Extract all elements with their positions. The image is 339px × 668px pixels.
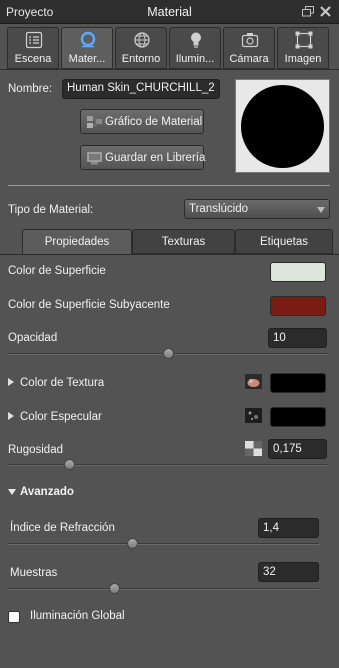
surface-color-swatch[interactable]	[270, 262, 326, 282]
samples-slider-handle[interactable]	[108, 583, 120, 594]
specular-color-swatch[interactable]	[270, 407, 326, 427]
tab-propiedades[interactable]: Propiedades	[22, 229, 132, 254]
texture-map-icon[interactable]	[245, 374, 262, 389]
save-to-library-button[interactable]: Guardar en Librería	[80, 145, 206, 170]
tab-entorno-label: Entorno	[121, 53, 161, 65]
name-label: Nombre:	[8, 83, 53, 95]
close-icon[interactable]	[319, 5, 332, 18]
material-graph-label: Gráfico de Material	[105, 116, 203, 128]
tab-escena[interactable]: Escena	[7, 27, 59, 69]
opacity-label: Opacidad	[8, 332, 58, 344]
specular-color-label: Color Especular	[20, 411, 102, 423]
globe-icon	[134, 32, 150, 48]
roughness-label: Rugosidad	[8, 444, 63, 456]
list-icon	[25, 31, 43, 49]
tab-iluminacion[interactable]: Ilumin...	[169, 27, 221, 69]
material-type-value: Translúcido	[189, 203, 249, 215]
material-type-label: Tipo de Material:	[8, 204, 94, 216]
material-name-input[interactable]: Human Skin_CHURCHILL_2	[62, 79, 220, 99]
tab-imagen-label: Imagen	[284, 53, 322, 65]
refraction-slider-track[interactable]	[8, 543, 319, 545]
samples-label: Muestras	[10, 567, 58, 579]
samples-slider-track[interactable]	[8, 588, 319, 590]
library-icon	[87, 152, 102, 165]
tab-texturas[interactable]: Texturas	[132, 229, 235, 254]
lightbulb-icon	[191, 32, 201, 48]
preview-sphere	[241, 85, 324, 168]
tab-camara-label: Cámara	[229, 53, 269, 65]
tab-material[interactable]: Mater...	[61, 27, 113, 69]
texture-color-label: Color de Textura	[20, 377, 105, 389]
roughness-slider-handle[interactable]	[63, 459, 75, 470]
advanced-section-header[interactable]: Avanzado	[20, 486, 74, 498]
tab-escena-label: Escena	[14, 53, 52, 65]
collapse-arrow-icon[interactable]	[8, 489, 16, 495]
roughness-input[interactable]: 0,175	[268, 439, 327, 459]
material-graph-button[interactable]: Gráfico de Material	[80, 109, 204, 134]
tab-camara[interactable]: Cámara	[223, 27, 275, 69]
surface-color-label: Color de Superficie	[8, 265, 106, 277]
texture-color-swatch[interactable]	[270, 373, 326, 393]
refraction-label: Índice de Refracción	[10, 522, 115, 534]
tabs-divider	[0, 69, 339, 70]
camera-icon	[241, 33, 259, 48]
subsurface-color-swatch[interactable]	[270, 296, 326, 316]
opacity-input[interactable]: 10	[268, 328, 327, 348]
section-divider	[8, 185, 330, 186]
refraction-input[interactable]: 1,4	[258, 518, 319, 538]
material-preview	[235, 79, 330, 173]
chevron-down-icon	[317, 207, 325, 213]
prop-tabs-divider	[0, 254, 339, 255]
restore-icon[interactable]	[302, 6, 314, 17]
tab-iluminacion-label: Ilumin...	[175, 53, 215, 65]
global-illumination-checkbox[interactable]	[8, 611, 20, 623]
specular-map-icon[interactable]	[245, 408, 262, 423]
image-frame-icon	[295, 31, 313, 49]
node-graph-icon	[87, 116, 102, 128]
material-icon	[80, 31, 96, 48]
samples-input[interactable]: 32	[258, 562, 319, 582]
tab-material-label: Mater...	[68, 53, 106, 65]
tab-entorno[interactable]: Entorno	[115, 27, 167, 69]
refraction-slider-handle[interactable]	[127, 538, 139, 549]
tab-etiquetas[interactable]: Etiquetas	[235, 229, 333, 254]
expand-arrow-icon[interactable]	[8, 412, 14, 420]
material-type-select[interactable]: Translúcido	[184, 199, 330, 219]
tab-imagen[interactable]: Imagen	[277, 27, 329, 69]
panel-title: Material	[147, 5, 192, 19]
expand-arrow-icon[interactable]	[8, 378, 14, 386]
global-illumination-label: Iluminación Global	[30, 610, 125, 622]
opacity-slider-handle[interactable]	[163, 348, 174, 359]
roughness-slider-track[interactable]	[8, 464, 328, 466]
subsurface-color-label: Color de Superficie Subyacente	[8, 299, 170, 311]
roughness-map-icon[interactable]	[245, 441, 262, 456]
save-to-library-label: Guardar en Librería	[105, 152, 206, 164]
